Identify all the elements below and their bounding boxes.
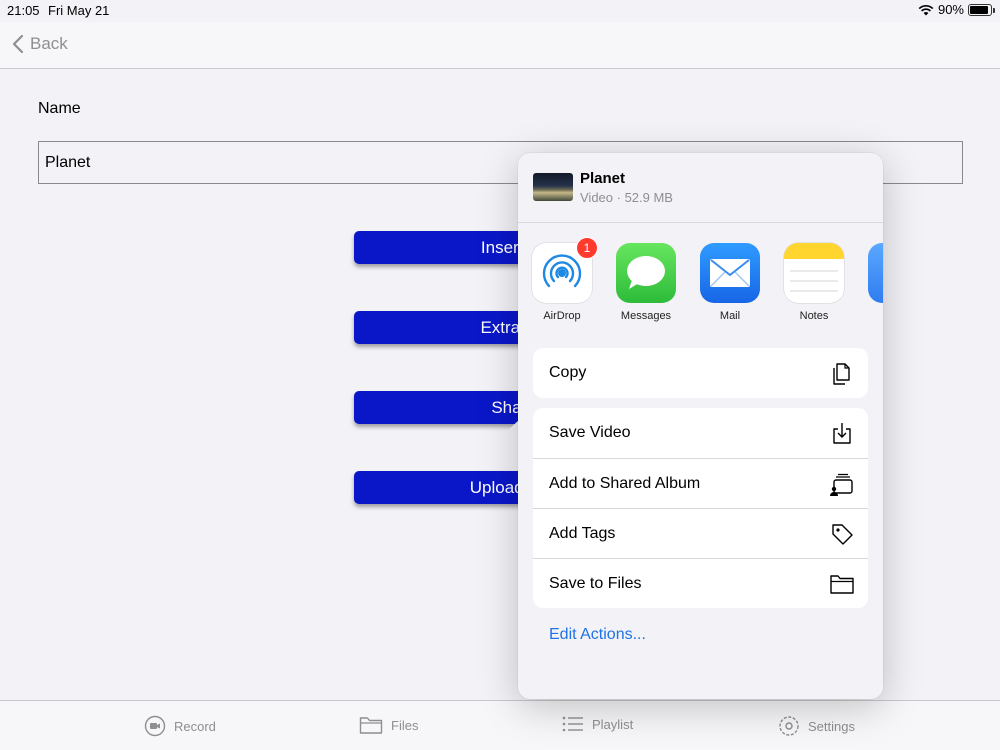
action-add-to-shared-album-label: Add to Shared Album — [549, 474, 701, 492]
action-copy[interactable]: Copy — [533, 348, 868, 398]
shared-album-icon — [830, 473, 853, 496]
list-icon — [562, 716, 583, 732]
app-label-mail: Mail — [719, 310, 741, 322]
action-group-main: Save Video Add to Shared Album Add Tags — [533, 408, 868, 608]
airdrop-icon: 1 — [532, 237, 598, 303]
partial-app-icon — [868, 243, 883, 303]
back-button[interactable]: Back — [12, 34, 68, 54]
tab-bar: Record Files Playlist Settings — [0, 700, 1000, 750]
wifi-icon — [918, 4, 934, 15]
action-group-copy: Copy — [533, 348, 868, 398]
back-label: Back — [30, 34, 68, 53]
app-label-messages: Messages — [620, 310, 672, 322]
share-subtitle: Video · 52.9 MB — [580, 190, 673, 205]
action-save-video-label: Save Video — [549, 424, 631, 441]
edit-actions-link[interactable]: Edit Actions... — [549, 626, 646, 644]
share-app-airdrop[interactable]: 1 AirDrop — [522, 237, 602, 322]
tab-files[interactable]: Files — [359, 715, 418, 735]
app-label-partial: Fa — [858, 310, 883, 322]
messages-icon — [616, 243, 676, 303]
tag-icon — [832, 524, 853, 545]
folder-icon — [359, 717, 383, 734]
action-save-to-files[interactable]: Save to Files — [533, 558, 868, 608]
status-indicators: 90% — [918, 2, 995, 17]
action-add-tags-label: Add Tags — [549, 524, 616, 542]
share-app-notes[interactable]: Notes — [774, 243, 854, 322]
copy-icon — [833, 363, 850, 385]
action-copy-label: Copy — [549, 364, 587, 381]
navigation-bar: Back — [0, 22, 1000, 69]
share-sheet: Planet Video · 52.9 MB 1 AirDrop Message… — [518, 153, 883, 699]
tab-files-label: Files — [391, 717, 419, 733]
action-add-tags[interactable]: Add Tags — [533, 508, 868, 558]
share-app-messages[interactable]: Messages — [606, 243, 686, 322]
tab-record-label: Record — [174, 718, 216, 734]
tab-playlist[interactable]: Playlist — [562, 715, 633, 733]
share-app-mail[interactable]: Mail — [690, 243, 770, 322]
name-label: Name — [38, 100, 81, 117]
action-save-video[interactable]: Save Video — [533, 408, 868, 458]
folder-icon — [830, 575, 854, 594]
mail-icon — [700, 243, 760, 303]
battery-fill — [970, 5, 988, 14]
status-time: 21:05 — [7, 3, 40, 18]
share-apps-row: 1 AirDrop Messages Mail Notes — [518, 223, 883, 333]
video-thumbnail — [533, 173, 573, 201]
notes-icon — [784, 243, 844, 303]
app-label-airdrop: AirDrop — [543, 310, 581, 322]
action-save-to-files-label: Save to Files — [549, 574, 642, 592]
gear-icon — [779, 716, 799, 736]
app-label-notes: Notes — [799, 310, 829, 322]
airdrop-badge: 1 — [576, 237, 598, 259]
action-add-to-shared-album[interactable]: Add to Shared Album — [533, 458, 868, 508]
tab-record[interactable]: Record — [144, 715, 216, 737]
battery-percent: 90% — [937, 2, 964, 17]
record-icon — [144, 715, 166, 737]
tab-settings[interactable]: Settings — [778, 715, 855, 737]
status-date: Fri May 21 — [48, 3, 110, 18]
download-icon — [833, 423, 851, 444]
tab-playlist-label: Playlist — [592, 716, 634, 732]
battery-icon — [968, 3, 995, 16]
share-app-partial[interactable]: Fa — [858, 243, 883, 322]
tab-settings-label: Settings — [808, 718, 855, 734]
share-sheet-header: Planet Video · 52.9 MB — [518, 153, 883, 223]
status-bar: 21:05 Fri May 21 90% — [0, 0, 1000, 22]
share-title: Planet — [580, 170, 626, 187]
chevron-left-icon — [12, 34, 24, 54]
